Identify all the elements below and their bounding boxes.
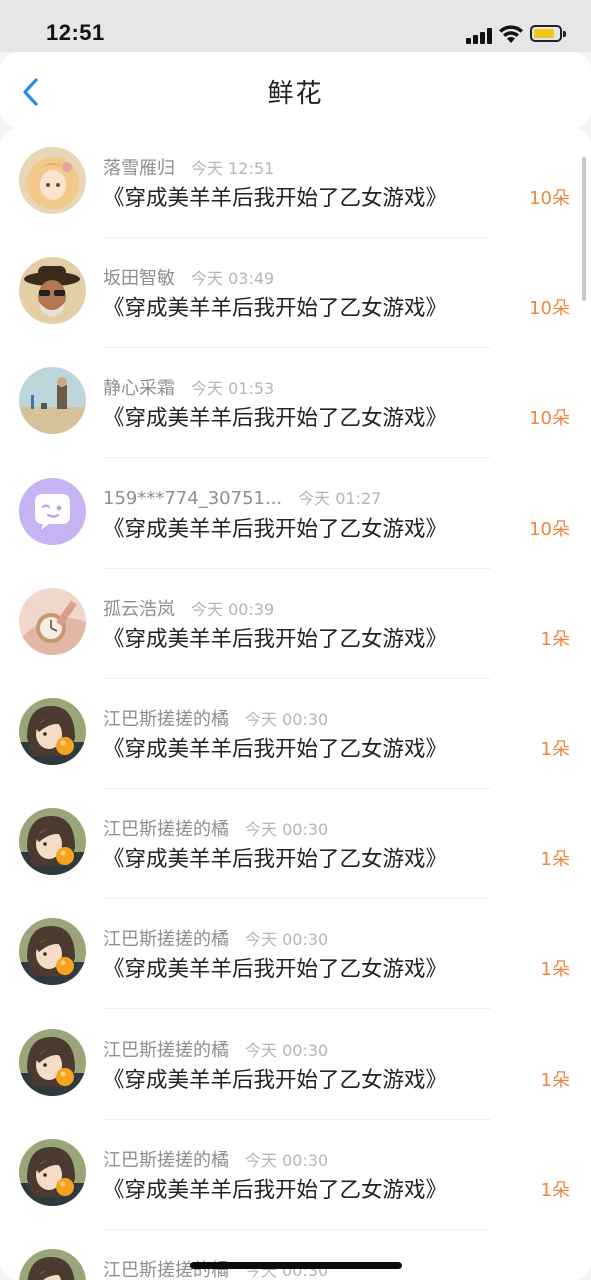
timestamp: 今天 01:27 — [298, 488, 382, 508]
user-name: 静心采霜 今天 01:53 — [103, 374, 274, 400]
book-title: 《穿成美羊羊后我开始了乙女游戏》 — [103, 626, 448, 652]
book-title: 《穿成美羊羊后我开始了乙女游戏》 — [103, 516, 448, 542]
book-title: 《穿成美羊羊后我开始了乙女游戏》 — [103, 296, 448, 322]
flower-count: 1朵 — [540, 959, 570, 981]
list-item[interactable]: 落雪雁归 今天 12:51 《穿成美羊羊后我开始了乙女游戏》 10朵 — [0, 128, 591, 238]
timestamp: 今天 12:51 — [191, 159, 275, 178]
timestamp: 今天 00:39 — [191, 599, 275, 619]
user-name: 江巴斯搓搓的橘 今天 00:30 — [103, 1146, 328, 1172]
book-title: 《穿成美羊羊后我开始了乙女游戏》 — [103, 1177, 448, 1203]
flower-count: 1朵 — [540, 739, 570, 760]
list-item[interactable]: 江巴斯搓搓的橘 今天 00:30 《穿成美羊羊后我开始了乙女游戏》 1朵 — [0, 1120, 591, 1230]
user-name: 159***774_30751... 今天 01:27 — [103, 485, 381, 509]
timestamp: 今天 01:53 — [191, 379, 275, 399]
user-name-text: 江巴斯搓搓的橘 — [103, 819, 229, 841]
avatar[interactable] — [19, 698, 86, 765]
user-name: 江巴斯搓搓的橘 今天 00:30 — [103, 815, 328, 841]
timestamp: 今天 00:30 — [245, 1040, 329, 1060]
battery-icon — [530, 25, 562, 42]
flower-count: 1朵 — [540, 628, 570, 650]
list-item[interactable]: 孤云浩岚 今天 00:39 《穿成美羊羊后我开始了乙女游戏》 1朵 — [0, 569, 591, 679]
home-indicator[interactable] — [190, 1262, 402, 1269]
nav-bar: 鲜花 — [0, 52, 591, 128]
user-name-text: 静心采霜 — [103, 378, 175, 400]
avatar[interactable] — [19, 1028, 86, 1096]
flower-count: 1朵 — [540, 1179, 570, 1201]
user-name: 孤云浩岚 今天 00:39 — [103, 595, 274, 621]
avatar[interactable] — [19, 1138, 86, 1206]
user-name-text: 江巴斯搓搓的橘 — [103, 709, 229, 730]
user-name: 江巴斯搓搓的橘 今天 00:30 — [103, 1036, 328, 1062]
timestamp: 今天 03:49 — [191, 269, 275, 289]
user-name: 落雪雁归 今天 12:51 — [103, 154, 274, 180]
list-item[interactable]: 静心采霜 今天 01:53 《穿成美羊羊后我开始了乙女游戏》 10朵 — [0, 348, 591, 459]
user-name-text: 坂田智敏 — [103, 268, 175, 290]
flower-count: 10朵 — [529, 518, 570, 540]
avatar[interactable] — [19, 1249, 86, 1280]
status-time: 12:51 — [46, 20, 105, 45]
book-title: 《穿成美羊羊后我开始了乙女游戏》 — [103, 406, 448, 432]
user-name: 坂田智敏 今天 03:49 — [103, 264, 274, 290]
user-name-text: 江巴斯搓搓的橘 — [103, 929, 229, 951]
flower-count: 1朵 — [540, 1069, 570, 1091]
wifi-icon — [499, 25, 523, 43]
user-name-text: 江巴斯搓搓的橘 — [103, 1149, 229, 1171]
list-item[interactable]: 159***774_30751... 今天 01:27 《穿成美羊羊后我开始了乙女游… — [0, 459, 591, 569]
avatar[interactable] — [19, 918, 86, 986]
timestamp: 今天 00:30 — [245, 820, 329, 840]
avatar[interactable] — [19, 808, 86, 876]
book-title: 《穿成美羊羊后我开始了乙女游戏》 — [103, 847, 448, 873]
user-name-text: 江巴斯搓搓的橘 — [103, 1039, 229, 1061]
list-item[interactable]: 江巴斯搓搓的橘 今天 00:30 《穿成美羊羊后我开始了乙女游戏》 1朵 — [0, 679, 591, 789]
list-item[interactable]: 江巴斯搓搓的橘 今天 00:30 《穿成美羊羊后我开始了乙女游戏》 1朵 — [0, 1010, 591, 1120]
book-title: 《穿成美羊羊后我开始了乙女游戏》 — [103, 737, 448, 762]
flower-count: 10朵 — [529, 188, 570, 209]
timestamp: 今天 00:30 — [245, 930, 329, 950]
timestamp: 今天 00:30 — [245, 710, 329, 729]
book-title: 《穿成美羊羊后我开始了乙女游戏》 — [103, 1067, 448, 1093]
page-title: 鲜花 — [267, 79, 324, 109]
book-title: 《穿成美羊羊后我开始了乙女游戏》 — [103, 957, 448, 983]
user-name-text: 159***774_30751... — [103, 487, 283, 509]
status-bar: 12:51 — [0, 0, 591, 52]
list-item[interactable]: 江巴斯搓搓的橘 今天 00:30 《穿成美羊羊后我开始了乙女游戏》 1朵 — [0, 789, 591, 900]
avatar[interactable] — [19, 587, 86, 655]
list-item[interactable]: 坂田智敏 今天 03:49 《穿成美羊羊后我开始了乙女游戏》 10朵 — [0, 238, 591, 349]
flower-count: 10朵 — [529, 408, 570, 430]
list-item[interactable]: 江巴斯搓搓的橘 今天 00:30 — [0, 1230, 591, 1280]
book-title: 《穿成美羊羊后我开始了乙女游戏》 — [103, 186, 448, 211]
flower-list: 落雪雁归 今天 12:51 《穿成美羊羊后我开始了乙女游戏》 10朵 坂田智敏 今天 03… — [0, 128, 591, 1280]
signal-icon — [466, 28, 494, 44]
avatar[interactable] — [19, 367, 86, 435]
user-name-text: 孤云浩岚 — [103, 598, 175, 620]
avatar[interactable] — [19, 257, 86, 325]
avatar[interactable] — [19, 477, 86, 545]
flower-count: 1朵 — [540, 849, 570, 871]
back-chevron-icon[interactable] — [14, 74, 50, 110]
battery-cap — [563, 31, 566, 37]
user-name-text: 落雪雁归 — [103, 158, 175, 179]
user-name: 江巴斯搓搓的橘 今天 00:30 — [103, 705, 328, 731]
timestamp: 今天 00:30 — [245, 1150, 329, 1170]
list-item[interactable]: 江巴斯搓搓的橘 今天 00:30 《穿成美羊羊后我开始了乙女游戏》 1朵 — [0, 899, 591, 1010]
flower-count: 10朵 — [529, 298, 570, 320]
scrollbar[interactable] — [582, 157, 586, 301]
avatar[interactable] — [19, 147, 86, 214]
user-name: 江巴斯搓搓的橘 今天 00:30 — [103, 925, 328, 951]
